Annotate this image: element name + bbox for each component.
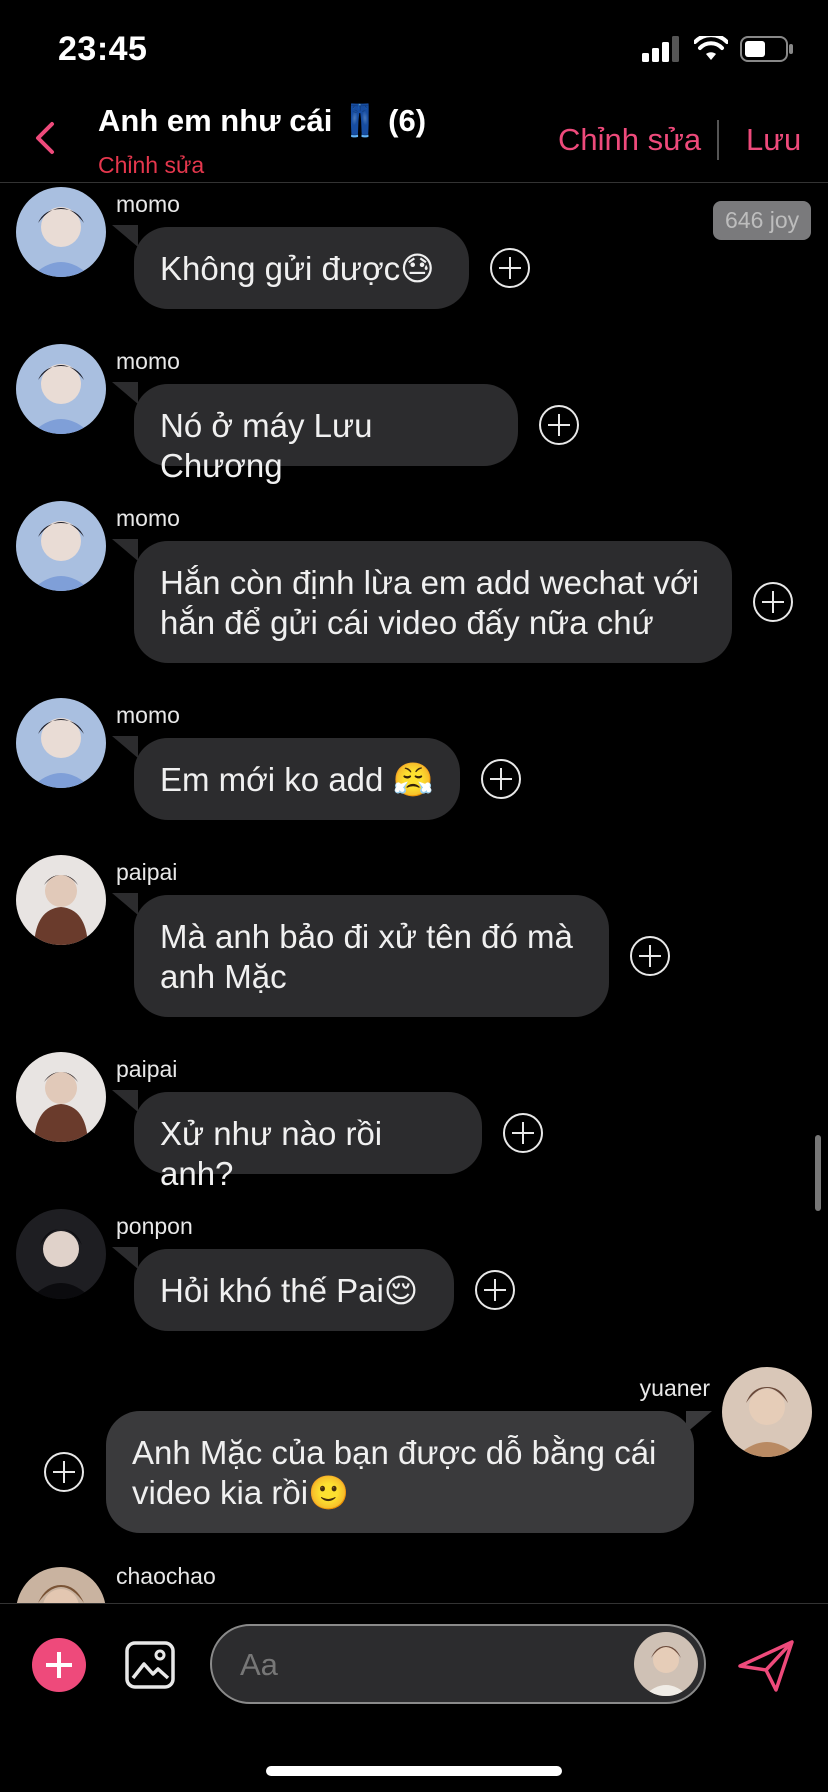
chat-title: Anh em như cái 👖 (6)	[98, 103, 427, 138]
message-text: Em mới ko add 😤	[160, 761, 434, 798]
cellular-signal-icon	[642, 36, 679, 62]
react-add-icon[interactable]	[475, 1270, 515, 1310]
send-icon[interactable]	[736, 1638, 796, 1694]
bubble-tail	[112, 1247, 138, 1269]
message-text: Không gửi được😓	[160, 250, 435, 287]
message-text: Hắn còn định lừa em add wechat với hắn đ…	[160, 564, 700, 641]
sender-name: ponpon	[116, 1213, 193, 1239]
image-picker-icon[interactable]	[124, 1640, 176, 1690]
bubble-tail	[112, 539, 138, 561]
avatar[interactable]	[722, 1367, 812, 1457]
message-bubble[interactable]: Không gửi được😓	[134, 227, 469, 309]
message-bubble[interactable]: Em mới ko add 😤	[134, 738, 460, 820]
message-bubble[interactable]: Hỏi khó thế Pai😌	[134, 1249, 454, 1331]
sender-name: chaochao	[116, 1563, 216, 1589]
react-add-icon[interactable]	[44, 1452, 84, 1492]
message-input[interactable]	[238, 1626, 622, 1704]
message-list[interactable]: 646 joy momo Không gửi được😓 momo Nó ở m…	[0, 183, 828, 1603]
react-add-icon[interactable]	[503, 1113, 543, 1153]
react-add-icon[interactable]	[753, 582, 793, 622]
composer-bar	[0, 1603, 828, 1734]
bubble-tail	[112, 1090, 138, 1112]
save-button[interactable]: Lưu	[746, 122, 801, 158]
react-add-icon[interactable]	[481, 759, 521, 799]
persona-avatar[interactable]	[634, 1632, 698, 1696]
chat-header: Anh em như cái 👖 (6) Chỉnh sửa Chỉnh sửa…	[0, 96, 828, 183]
sender-name: paipai	[116, 1056, 178, 1082]
avatar[interactable]	[16, 698, 106, 788]
react-add-icon[interactable]	[630, 936, 670, 976]
sender-name: yuaner	[639, 1375, 710, 1401]
back-chevron-icon[interactable]	[30, 118, 60, 158]
bubble-tail	[112, 225, 138, 247]
add-attachment-button[interactable]	[32, 1638, 86, 1692]
message-bubble[interactable]: Anh Mặc của bạn được dỗ bằng cái video k…	[106, 1411, 694, 1533]
message-text: Mà anh bảo đi xử tên đó mà anh Mặc	[160, 918, 573, 995]
avatar[interactable]	[16, 1052, 106, 1142]
avatar[interactable]	[16, 1209, 106, 1299]
avatar[interactable]	[16, 344, 106, 434]
sender-name: momo	[116, 505, 180, 531]
sender-name: momo	[116, 348, 180, 374]
react-add-icon[interactable]	[490, 248, 530, 288]
message-bubble[interactable]: Xử như nào rồi anh?	[134, 1092, 482, 1192]
avatar[interactable]	[16, 1567, 106, 1603]
avatar[interactable]	[16, 187, 106, 277]
bubble-tail	[112, 736, 138, 758]
message-input-container[interactable]	[210, 1624, 706, 1704]
status-time: 23:45	[58, 30, 148, 68]
bubble-tail	[112, 382, 138, 404]
avatar[interactable]	[16, 501, 106, 591]
sender-name: momo	[116, 191, 180, 217]
edit-button[interactable]: Chỉnh sửa	[558, 122, 701, 158]
message-bubble[interactable]: Hắn còn định lừa em add wechat với hắn đ…	[134, 541, 732, 663]
scroll-indicator[interactable]	[815, 1135, 821, 1211]
status-icons	[642, 36, 794, 62]
bubble-tail	[112, 893, 138, 915]
wifi-icon	[694, 36, 728, 60]
battery-icon	[740, 36, 793, 62]
message-text: Anh Mặc của bạn được dỗ bằng cái video k…	[132, 1434, 657, 1511]
avatar[interactable]	[16, 855, 106, 945]
header-divider	[717, 120, 719, 160]
message-text: Hỏi khó thế Pai😌	[160, 1272, 419, 1309]
status-bar: 23:45	[0, 0, 828, 96]
message-bubble[interactable]: Mà anh bảo đi xử tên đó mà anh Mặc	[134, 895, 609, 1017]
sender-name: momo	[116, 702, 180, 728]
joy-badge: 646 joy	[713, 201, 812, 240]
react-add-icon[interactable]	[539, 405, 579, 445]
message-text: Nó ở máy Lưu Chương	[160, 407, 373, 484]
chat-subtitle[interactable]: Chỉnh sửa	[98, 152, 204, 179]
sender-name: paipai	[116, 859, 178, 885]
home-indicator[interactable]	[266, 1766, 562, 1776]
message-text: Xử như nào rồi anh?	[160, 1115, 383, 1192]
message-bubble[interactable]: Nó ở máy Lưu Chương	[134, 384, 518, 484]
